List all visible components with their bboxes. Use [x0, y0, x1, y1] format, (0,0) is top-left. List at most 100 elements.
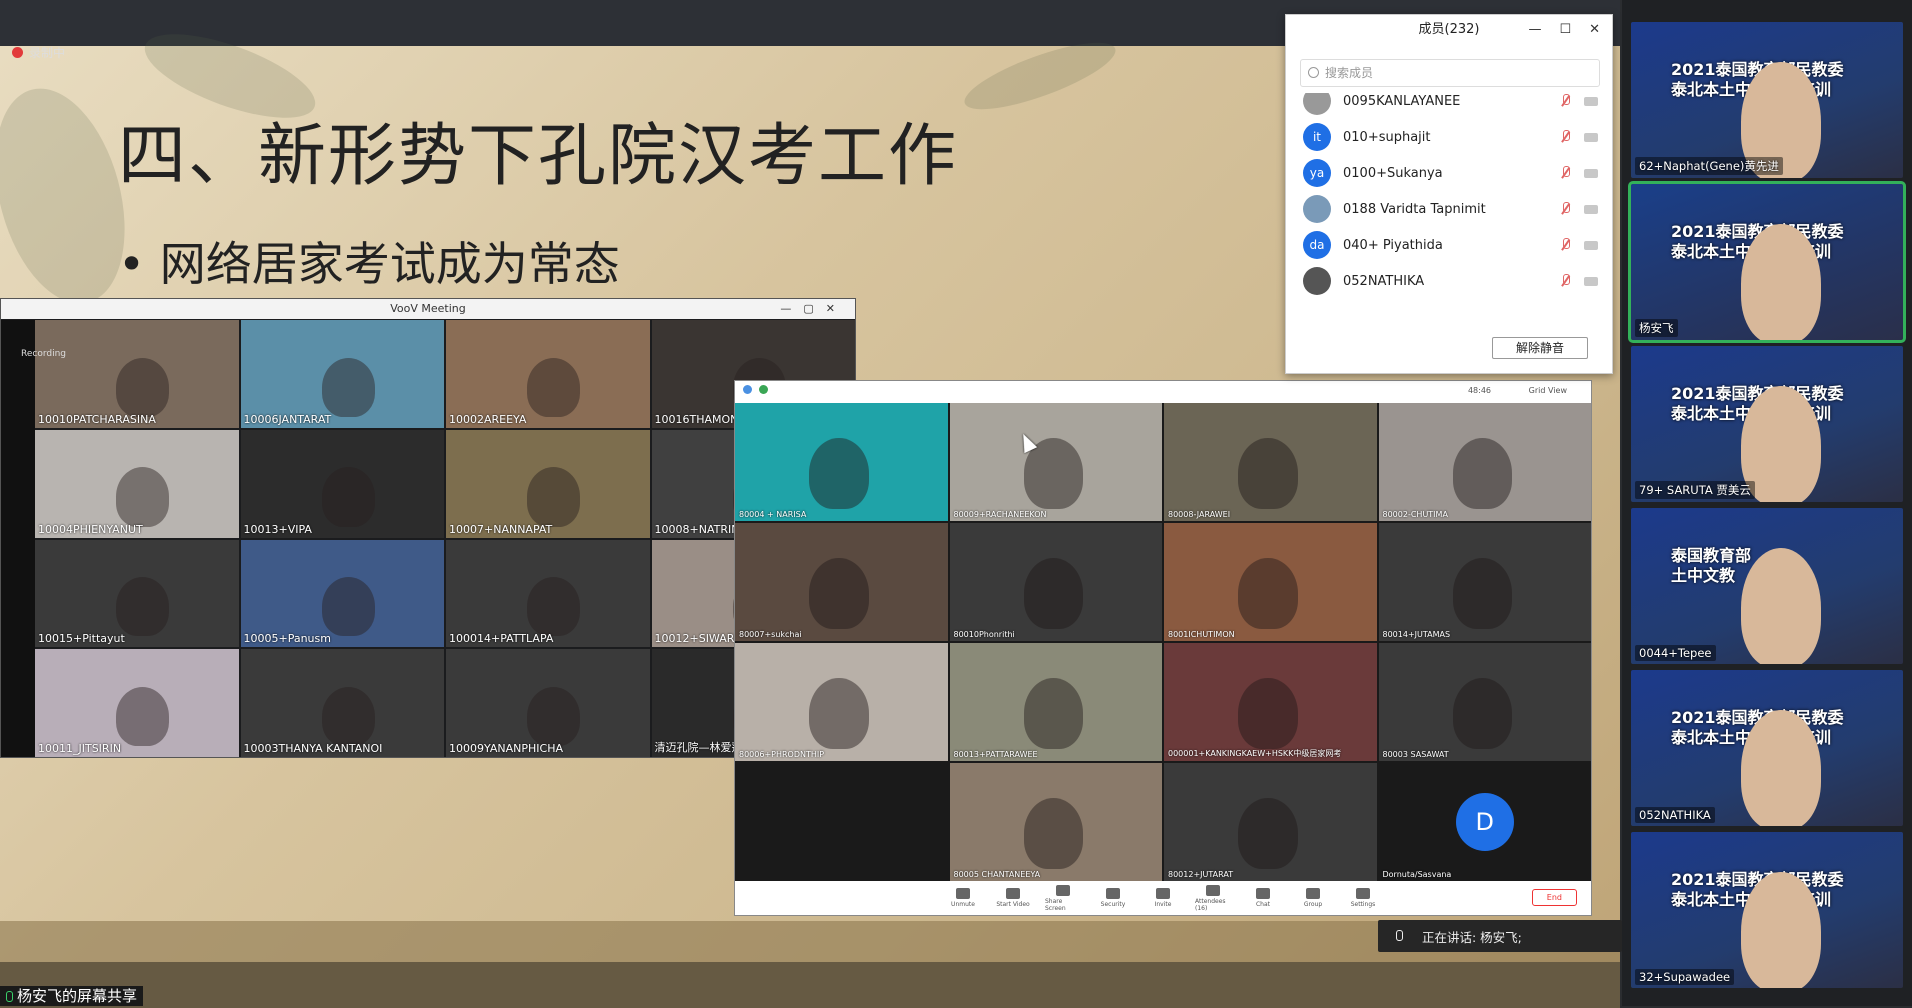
zoom-video-tile[interactable]: 80006+PHRODNTHIP: [735, 643, 948, 761]
zoom-toolbar-button[interactable]: Share Screen: [1045, 884, 1081, 912]
zoom-video-tile[interactable]: 80014+JUTAMAS: [1378, 523, 1591, 641]
gallery-tile[interactable]: 2021泰国教育部民教委 泰北本土中文教师培训62+Naphat(Gene)黄先…: [1631, 22, 1903, 178]
end-meeting-button[interactable]: End: [1531, 889, 1577, 906]
member-avatar: it: [1303, 123, 1331, 151]
zoom-video-tile[interactable]: 80003 SASAWAT: [1378, 643, 1591, 761]
zoom-toolbar-button[interactable]: Attendees (16): [1195, 884, 1231, 912]
zoom-video-tile[interactable]: 80007+sukchai: [735, 523, 948, 641]
voov-video-tile[interactable]: 10003THANYA KANTANOI: [240, 649, 444, 757]
zoom-video-tile[interactable]: [735, 763, 948, 881]
zoom-video-tile[interactable]: 80002-CHUTIMA: [1378, 403, 1591, 521]
participant-silhouette: [809, 438, 869, 510]
recording-label: 录制中: [29, 45, 66, 60]
zoom-toolbar-button[interactable]: Settings: [1345, 888, 1381, 908]
voov-video-tile[interactable]: 10011_JITSIRIN: [35, 649, 239, 757]
member-name: 0100+Sukanya: [1343, 165, 1443, 181]
member-list[interactable]: 0095KANLAYANEE it 010+suphajit ya 0100+Sukan…: [1286, 93, 1614, 329]
toolbar-label: Settings: [1350, 901, 1376, 908]
participant-silhouette: [1023, 678, 1084, 750]
tile-label: 8001ICHUTIMON: [1168, 630, 1235, 639]
maximize-icon[interactable]: ☐: [1559, 15, 1571, 45]
participant-silhouette: [1023, 798, 1084, 870]
zoom-video-tile[interactable]: 80008-JARAWEI: [1164, 403, 1377, 521]
tile-label: 80003 SASAWAT: [1382, 750, 1449, 759]
tile-label: 80007+sukchai: [739, 630, 802, 639]
tile-label: 10016THAMON: [654, 412, 739, 426]
tile-label: 000001+KANKINGKAEW+HSKK中级居家网考: [1168, 749, 1342, 758]
tile-label: 80013+PATTARAWEE: [953, 750, 1038, 759]
mic-off-icon[interactable]: [1560, 238, 1570, 252]
tile-label: 80002-CHUTIMA: [1382, 510, 1448, 519]
zoom-toolbar-button[interactable]: Group: [1295, 888, 1331, 908]
participant-silhouette: [1238, 678, 1298, 750]
tile-label: 100014+PATTLAPA: [449, 632, 554, 646]
gallery-tile[interactable]: 2021泰国教育部民教委 泰北本土中文教师培训杨安飞: [1628, 181, 1906, 343]
speaking-text: 正在讲话: 杨安飞;: [1422, 929, 1522, 945]
toolbar-icon: [1006, 888, 1020, 899]
voov-video-tile[interactable]: 10009YANANPHICHA: [446, 649, 650, 757]
camera-icon[interactable]: [1584, 168, 1598, 178]
zoom-video-tile[interactable]: 80013+PATTARAWEE: [949, 643, 1162, 761]
recording-indicator: 录制中: [12, 44, 65, 60]
zoom-toolbar-button[interactable]: Chat: [1245, 888, 1281, 908]
toolbar-label: Share Screen: [1045, 897, 1066, 912]
zoom-toolbar-button[interactable]: Unmute: [945, 888, 981, 908]
mic-off-icon[interactable]: [1560, 274, 1570, 288]
member-search-input[interactable]: 搜索成员: [1300, 59, 1600, 87]
camera-icon[interactable]: [1584, 240, 1598, 250]
toolbar-label: Chat: [1255, 901, 1271, 908]
participant-name: 62+Naphat(Gene)黄先进: [1635, 157, 1783, 175]
recording-dot-icon: [12, 46, 23, 58]
voov-video-tile[interactable]: 10002AREEYA: [446, 320, 650, 428]
camera-icon[interactable]: [1584, 204, 1598, 214]
voov-window-controls[interactable]: —▢✕: [780, 299, 847, 319]
zoom-video-tile[interactable]: 80004 + NARISA: [735, 403, 948, 521]
voov-video-tile[interactable]: 10005+Panusm: [240, 539, 444, 648]
camera-icon[interactable]: [1584, 132, 1598, 142]
voov-video-tile[interactable]: 10004PHIENYANUT: [35, 429, 239, 538]
unmute-all-button[interactable]: 解除静音: [1492, 337, 1588, 359]
zoom-video-tile[interactable]: 80010Phonrithi: [949, 523, 1162, 641]
search-icon: [1308, 67, 1319, 78]
minimize-icon[interactable]: —: [1528, 15, 1541, 45]
zoom-video-tile[interactable]: 80009+RACHANEEKON: [949, 403, 1162, 521]
voov-video-tile[interactable]: 10010PATCHARASINA: [35, 320, 239, 428]
gallery-tile[interactable]: 泰国教育部 土中文教 0044+Tepee: [1631, 508, 1903, 664]
gallery-tile[interactable]: 2021泰国教育部民教委 泰北本土中文教师培训32+Supawadee: [1631, 832, 1903, 988]
zoom-video-tile[interactable]: 000001+KANKINGKAEW+HSKK中级居家网考: [1164, 643, 1377, 761]
gallery-tile[interactable]: 2021泰国教育部民教委 泰北本土中文教师培训052NATHIKA: [1631, 670, 1903, 826]
mic-off-icon[interactable]: [1560, 130, 1570, 144]
tile-label: 80006+PHRODNTHIP: [739, 750, 825, 759]
screen-share-label: 杨安飞的屏幕共享: [0, 986, 144, 1006]
voov-video-tile[interactable]: 100014+PATTLAPA: [446, 539, 650, 648]
voov-video-tile[interactable]: 10007+NANNAPAT: [446, 429, 650, 538]
voov-video-tile[interactable]: 10013+VIPA: [240, 429, 444, 538]
grid-view-toggle[interactable]: Grid View: [1529, 386, 1567, 395]
close-icon[interactable]: ✕: [1589, 15, 1600, 45]
mic-off-icon[interactable]: [1560, 166, 1570, 180]
zoom-video-tile[interactable]: 8001ICHUTIMON: [1164, 523, 1377, 641]
member-row[interactable]: 052NATHIKA: [1286, 259, 1614, 303]
zoom-toolbar-button[interactable]: Invite: [1145, 888, 1181, 908]
zoom-video-tile[interactable]: 80005 CHANTANEEYA: [949, 763, 1162, 881]
zoom-video-tile[interactable]: 80012+JUTARAT: [1164, 763, 1377, 881]
member-avatar: ya: [1303, 159, 1331, 187]
toolbar-label: Group: [1303, 901, 1323, 908]
mic-off-icon[interactable]: [1560, 202, 1570, 216]
slide-bullet: • 网络居家考试成为常态: [118, 237, 620, 291]
shield-icon[interactable]: [759, 385, 768, 394]
zoom-video-tile[interactable]: D Dornuta/Sasvana: [1378, 763, 1591, 881]
voov-video-tile[interactable]: 10015+Pittayut: [35, 539, 239, 648]
gallery-tile[interactable]: 2021泰国教育部民教委 泰北本土中文教师培训79+ SARUTA 贾美云: [1631, 346, 1903, 502]
mic-off-icon[interactable]: [1560, 94, 1570, 108]
member-avatar: [1303, 267, 1331, 295]
camera-icon[interactable]: [1584, 96, 1598, 106]
participant-silhouette: [527, 686, 581, 747]
zoom-toolbar: Unmute Start Video Share Screen Security Inv…: [735, 881, 1591, 915]
zoom-toolbar-button[interactable]: Start Video: [995, 888, 1031, 908]
toolbar-icon: [1306, 888, 1320, 899]
camera-icon[interactable]: [1584, 276, 1598, 286]
info-icon[interactable]: [743, 385, 752, 394]
voov-video-tile[interactable]: 10006JANTARAT: [240, 320, 444, 428]
zoom-toolbar-button[interactable]: Security: [1095, 888, 1131, 908]
